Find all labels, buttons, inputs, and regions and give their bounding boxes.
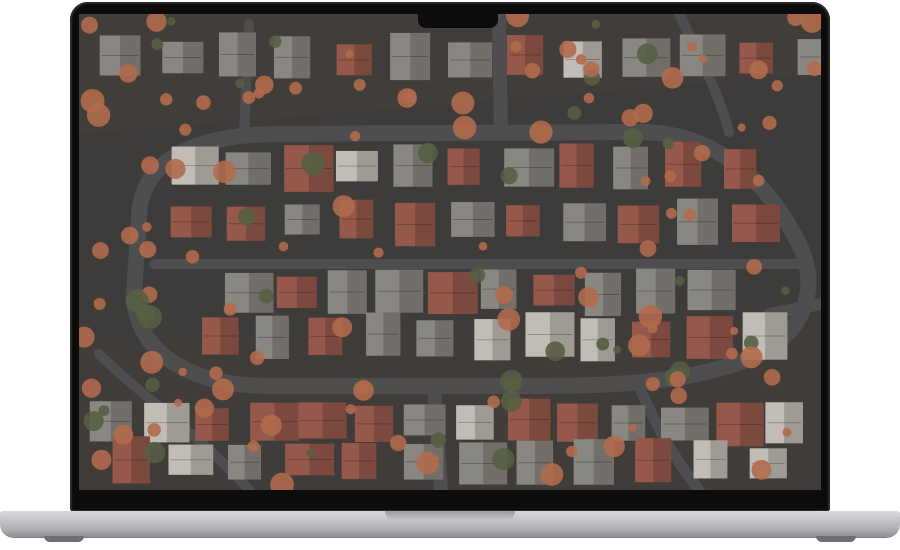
light-overlay <box>79 14 821 490</box>
camera-notch <box>418 14 498 28</box>
right-foot <box>816 536 856 542</box>
aerial-suburb-image <box>79 14 821 490</box>
left-foot <box>44 536 84 542</box>
lower-bezel <box>79 490 821 510</box>
laptop-screen <box>79 14 821 490</box>
opening-notch <box>385 511 515 521</box>
laptop-mockup <box>0 0 900 550</box>
